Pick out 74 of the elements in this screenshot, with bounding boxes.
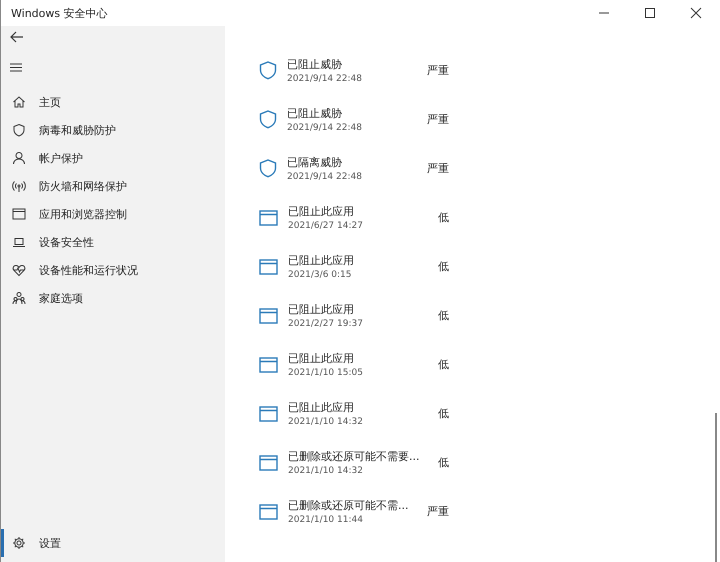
- close-icon[interactable]: [690, 7, 702, 19]
- window-icon: [259, 210, 278, 226]
- history-item[interactable]: 已阻止此应用 2021/6/27 14:27 低: [259, 193, 449, 242]
- history-item[interactable]: 已删除或还原可能不需... 2021/1/10 11:44 严重: [259, 487, 449, 536]
- house-icon: [12, 95, 26, 109]
- nav-item[interactable]: 帐户保护: [1, 144, 138, 172]
- severity-label: 严重: [427, 63, 449, 78]
- history-item[interactable]: 已阻止此应用 2021/2/27 19:37 低: [259, 291, 449, 340]
- shield-icon: [259, 61, 277, 80]
- item-title: 已删除或还原可能不需...: [288, 498, 410, 513]
- history-item[interactable]: 已阻止威胁 2021/9/14 22:48 严重: [259, 95, 449, 144]
- nav-item[interactable]: 病毒和威胁防护: [1, 116, 138, 144]
- window-icon: [12, 207, 26, 221]
- window-title: Windows 安全中心: [10, 6, 108, 20]
- back-arrow-icon[interactable]: [10, 31, 24, 43]
- item-date: 2021/9/14 22:48: [287, 74, 363, 84]
- item-date: 2021/2/27 19:37: [288, 319, 364, 329]
- item-title: 已阻止威胁: [287, 57, 343, 72]
- settings-icon: [12, 536, 26, 550]
- item-date: 2021/1/10 15:05: [288, 368, 364, 378]
- item-date: 2021/1/10 11:44: [288, 515, 364, 525]
- shield-icon: [259, 159, 277, 178]
- severity-label: 低: [438, 357, 449, 372]
- severity-label: 严重: [427, 504, 449, 519]
- history-item[interactable]: 已阻止此应用 2021/3/6 0:15 低: [259, 242, 449, 291]
- history-item[interactable]: 已阻止此应用 2021/1/10 14:32 低: [259, 389, 449, 438]
- window-icon: [259, 308, 278, 324]
- menu-icon[interactable]: [10, 63, 22, 72]
- heart-icon: [12, 263, 26, 277]
- item-title: 已隔离威胁: [287, 155, 343, 170]
- nav-item[interactable]: 家庭选项: [1, 284, 138, 312]
- item-title: 已阻止威胁: [287, 106, 343, 121]
- severity-label: 低: [438, 406, 449, 421]
- antenna-icon: [12, 179, 26, 193]
- severity-label: 严重: [427, 112, 449, 127]
- window-icon: [259, 406, 278, 422]
- severity-label: 低: [438, 210, 449, 225]
- scrollbar[interactable]: [715, 413, 717, 562]
- item-date: 2021/1/10 14:32: [288, 466, 364, 476]
- severity-label: 严重: [427, 161, 449, 176]
- item-date: 2021/6/27 14:27: [288, 221, 364, 231]
- item-title: 已阻止此应用: [288, 204, 355, 219]
- window-icon: [259, 258, 278, 274]
- item-title: 已阻止此应用: [288, 302, 355, 317]
- item-title: 已阻止此应用: [288, 351, 355, 366]
- item-title: 已阻止此应用: [288, 253, 355, 268]
- item-title: 已删除或还原可能不需要...: [288, 449, 420, 464]
- nav-item[interactable]: 主页: [1, 88, 138, 116]
- item-date: 2021/1/10 14:32: [288, 417, 364, 427]
- severity-label: 低: [438, 455, 449, 470]
- nav-item[interactable]: 应用和浏览器控制: [1, 200, 138, 228]
- history-item[interactable]: 已删除或还原可能不需要... 2021/1/10 14:32 低: [259, 438, 449, 487]
- settings-nav-item[interactable]: 设置: [1, 529, 61, 557]
- shield-icon: [259, 110, 277, 129]
- person-icon: [12, 151, 26, 165]
- item-date: 2021/9/14 22:48: [287, 172, 363, 182]
- nav-item[interactable]: 设备性能和运行状况: [1, 256, 138, 284]
- nav-item[interactable]: 设备安全性: [1, 228, 138, 256]
- item-title: 已阻止此应用: [288, 400, 355, 415]
- maximize-icon[interactable]: [644, 7, 656, 19]
- severity-label: 低: [438, 259, 449, 274]
- history-item[interactable]: 已阻止此应用 2021/1/10 15:05 低: [259, 340, 449, 389]
- item-date: 2021/9/14 22:48: [287, 123, 363, 133]
- history-item[interactable]: 已阻止威胁 2021/9/14 22:48 严重: [259, 46, 449, 95]
- shield-icon: [12, 123, 26, 137]
- window-icon: [259, 504, 278, 520]
- people-icon: [12, 291, 26, 305]
- history-item[interactable]: 已隔离威胁 2021/9/14 22:48 严重: [259, 144, 449, 193]
- laptop-icon: [12, 235, 26, 249]
- severity-label: 低: [438, 308, 449, 323]
- window-icon: [259, 356, 278, 372]
- nav-item[interactable]: 防火墙和网络保护: [1, 172, 138, 200]
- item-date: 2021/3/6 0:15: [288, 270, 352, 280]
- window-icon: [259, 454, 278, 470]
